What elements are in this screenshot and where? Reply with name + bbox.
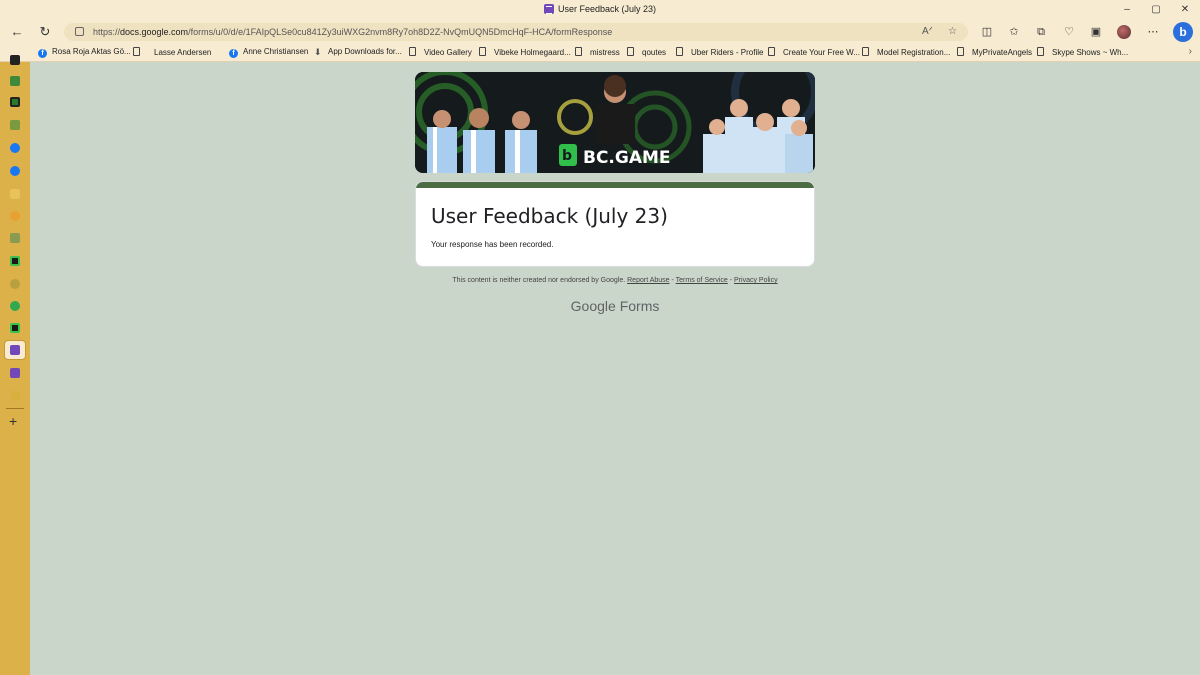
forms-wordmark: Forms	[619, 298, 660, 314]
search-tab-icon[interactable]	[10, 279, 20, 289]
address-bar[interactable]: https://docs.google.com/forms/u/0/d/e/1F…	[64, 23, 968, 41]
bookmark-item[interactable]: mistress	[575, 47, 620, 57]
bookmark-item[interactable]: f Rosa Roja Aktas Gö...	[38, 47, 131, 58]
facebook-tab-icon[interactable]	[10, 143, 20, 153]
split-screen-icon[interactable]: ◫	[980, 25, 994, 39]
chevron-right-icon[interactable]: ›	[1189, 46, 1192, 57]
form-response-card: User Feedback (July 23) Your response ha…	[415, 181, 815, 267]
bookmark-item[interactable]: MyPrivateAngels	[957, 47, 1032, 57]
svg-text:b: b	[562, 148, 572, 164]
page-icon	[768, 47, 775, 56]
bookmark-item[interactable]: Uber Riders - Profile	[676, 47, 763, 57]
bookmark-item[interactable]: ⬇ App Downloads for...	[314, 47, 402, 57]
extension-icon[interactable]: ▣	[1089, 25, 1103, 39]
bookmarks-bar: f Rosa Roja Aktas Gö... Lasse Andersen fA…	[0, 44, 1200, 62]
tab-favicon-icon[interactable]	[10, 97, 20, 107]
bookmark-item[interactable]: Video Gallery	[409, 47, 472, 57]
page-icon	[1037, 47, 1044, 56]
bookmark-item[interactable]: Create Your Free W...	[768, 47, 860, 57]
confirmation-message: Your response has been recorded.	[431, 240, 554, 249]
download-icon: ⬇	[314, 47, 322, 57]
minimize-button[interactable]: –	[1114, 2, 1140, 18]
tab-favicon-icon[interactable]	[10, 189, 20, 199]
profile-avatar[interactable]	[1117, 25, 1131, 39]
report-abuse-link[interactable]: Report Abuse	[627, 277, 669, 284]
google-forms-tab-icon[interactable]	[10, 368, 20, 378]
favorite-star-icon[interactable]: ☆	[948, 26, 957, 37]
back-arrow-icon[interactable]: ←	[8, 24, 26, 40]
new-tab-plus-icon[interactable]: +	[9, 414, 17, 428]
collections-icon[interactable]: ⧉	[1034, 25, 1048, 39]
sidebar-divider	[6, 408, 24, 409]
favorites-icon[interactable]: ✩	[1007, 25, 1021, 39]
page-icon	[627, 47, 634, 56]
refresh-icon[interactable]: ↻	[36, 24, 54, 40]
page-icon	[676, 47, 683, 56]
page-icon	[133, 47, 140, 56]
facebook-tab-icon[interactable]	[10, 166, 20, 176]
title-bar: User Feedback (July 23) – ▢ ✕	[0, 0, 1200, 20]
bcgame-tab-icon[interactable]	[10, 323, 20, 333]
bookmark-item[interactable]: Skype Shows ~ Wh...	[1037, 47, 1128, 57]
more-options-icon[interactable]: ⋯	[1146, 25, 1160, 39]
vertical-tabs-sidebar: +	[0, 55, 30, 675]
terms-of-service-link[interactable]: Terms of Service	[676, 277, 728, 284]
disclaimer-text: This content is neither created nor endo…	[452, 277, 626, 284]
bcgame-logo: b	[559, 144, 577, 166]
privacy-policy-link[interactable]: Privacy Policy	[734, 277, 778, 284]
maximize-button[interactable]: ▢	[1143, 2, 1169, 18]
bing-copilot-icon[interactable]: b	[1173, 22, 1193, 42]
tab-favicon-icon[interactable]	[10, 120, 20, 130]
url-text[interactable]: https://docs.google.com/forms/u/0/d/e/1F…	[93, 27, 612, 37]
google-wordmark: Google	[570, 298, 616, 314]
page-icon	[409, 47, 416, 56]
bcgame-banner-image: b BC.GAME	[415, 72, 815, 173]
tab-favicon-icon[interactable]	[10, 76, 20, 86]
bookmark-item[interactable]: Model Registration...	[862, 47, 950, 57]
google-forms-tab-icon	[10, 345, 20, 355]
tab-favicon-icon[interactable]	[10, 55, 20, 65]
page-icon	[479, 47, 486, 56]
footer-disclaimer: This content is neither created nor endo…	[415, 277, 815, 284]
facebook-icon: f	[38, 49, 47, 58]
google-forms-logo[interactable]: Google Forms	[415, 298, 815, 314]
bookmark-item[interactable]: Vibeke Holmegaard...	[479, 47, 571, 57]
tab-favicon-icon[interactable]	[10, 211, 20, 221]
lock-icon[interactable]	[75, 27, 84, 36]
read-aloud-icon[interactable]: Aᐟ	[922, 26, 933, 37]
bookmark-item[interactable]: Lasse Andersen	[133, 47, 211, 57]
star-tab-icon[interactable]	[10, 301, 20, 311]
form-title: User Feedback (July 23)	[431, 204, 668, 228]
facebook-icon: f	[229, 49, 238, 58]
banner-brand-text: BC.GAME	[583, 148, 671, 168]
players-left	[427, 108, 537, 173]
card-accent-bar	[416, 182, 814, 188]
page-icon	[575, 47, 582, 56]
page-icon	[957, 47, 964, 56]
active-tab[interactable]	[4, 340, 26, 360]
bookmark-item[interactable]: qoutes	[627, 47, 666, 57]
window-title-text: User Feedback (July 23)	[557, 4, 657, 14]
navigation-bar: ← ↻ https://docs.google.com/forms/u/0/d/…	[0, 20, 1200, 44]
tab-favicon-icon[interactable]	[10, 233, 20, 243]
page-icon	[862, 47, 869, 56]
tab-favicon-icon[interactable]	[10, 391, 20, 401]
google-forms-favicon-icon	[543, 4, 554, 14]
form-header-banner: b BC.GAME	[415, 72, 815, 173]
close-button[interactable]: ✕	[1172, 2, 1198, 18]
window-title: User Feedback (July 23)	[0, 4, 1200, 14]
browser-essentials-icon[interactable]: ♡	[1062, 25, 1076, 39]
bookmark-item[interactable]: f Anne Christiansen	[229, 47, 308, 58]
bcgame-tab-icon[interactable]	[10, 256, 20, 266]
